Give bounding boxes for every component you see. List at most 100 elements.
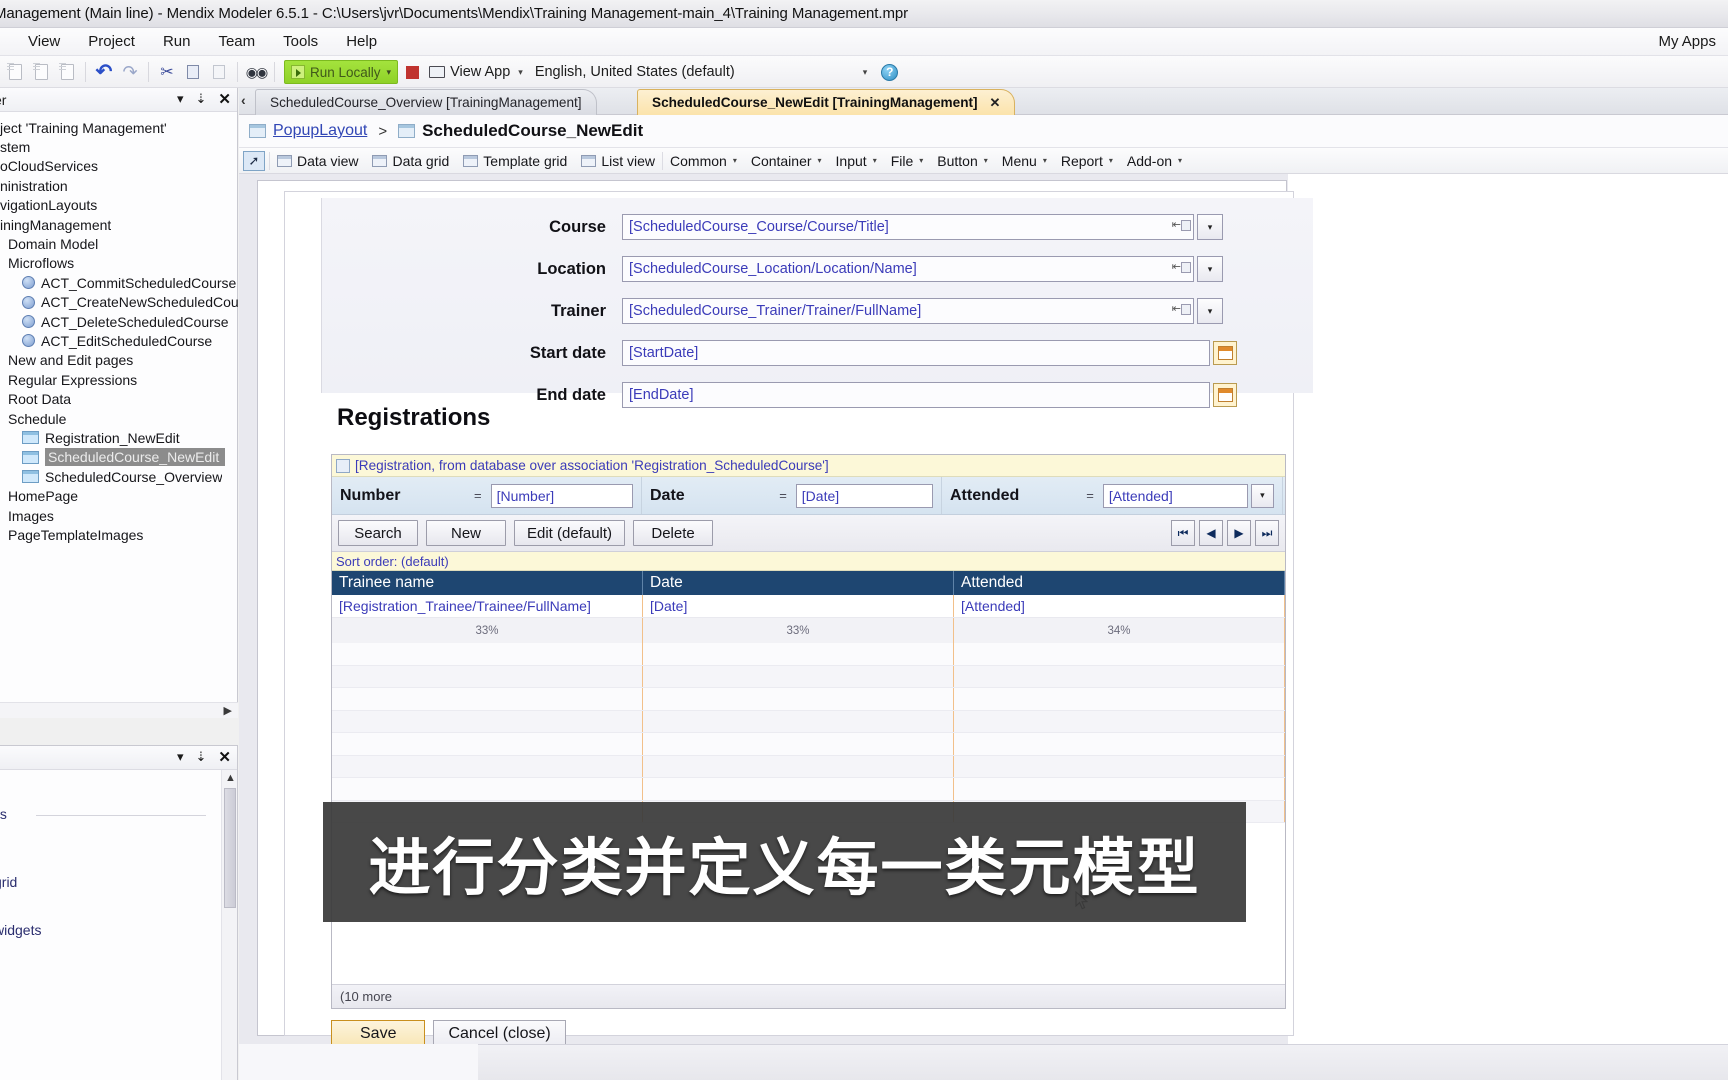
cancel-close-button[interactable]: Cancel (close)	[433, 1020, 566, 1044]
redo-button[interactable]: ↷	[119, 60, 141, 84]
last-page-button[interactable]: ⏭	[1255, 520, 1279, 546]
search-field-input[interactable]: [Attended]	[1102, 483, 1248, 508]
chevron-down-icon[interactable]: ▾	[1109, 156, 1113, 165]
tree-item[interactable]: ACT_DeleteScheduledCourse	[0, 312, 238, 331]
new-document-button[interactable]	[4, 60, 26, 84]
grid-button-new[interactable]: New	[426, 520, 506, 546]
close-icon[interactable]: ✕	[218, 90, 231, 108]
tree-item[interactable]: iningManagement	[0, 215, 238, 234]
grid-button-search[interactable]: Search	[338, 520, 418, 546]
registrations-data-grid[interactable]: [Registration, from database over associ…	[331, 454, 1286, 1009]
chevron-down-icon[interactable]: ▾	[984, 156, 988, 165]
search-field-input[interactable]: [Number]	[490, 483, 633, 508]
panel-menu-chevron-down-icon[interactable]: ▾	[177, 91, 184, 107]
undo-button[interactable]: ↶	[93, 60, 115, 84]
tab-scheduledcourse-overview[interactable]: ScheduledCourse_Overview [TrainingManage…	[255, 89, 597, 115]
tab-scheduledcourse-newedit[interactable]: ScheduledCourse_NewEdit [TrainingManagem…	[637, 89, 1016, 115]
project-tree[interactable]: ject 'Training Management' stem oCloudServ…	[0, 118, 238, 545]
tree-item[interactable]: vigationLayouts	[0, 196, 238, 215]
grid-button-edit-default-[interactable]: Edit (default)	[514, 520, 626, 546]
grid-template-row[interactable]: [Registration_Trainee/Trainee/FullName][…	[332, 595, 1285, 618]
tree-item[interactable]: ScheduledCourse_NewEdit	[0, 448, 238, 467]
scrollbar-thumb[interactable]	[224, 788, 236, 908]
widget-button-menu[interactable]: Menu ▾	[995, 149, 1054, 173]
reference-select-icon[interactable]: ⇤	[1172, 260, 1191, 273]
tree-item[interactable]: ACT_EditScheduledCourse	[0, 331, 238, 350]
widget-button-data-grid[interactable]: Data grid	[365, 149, 456, 173]
search-field-operator[interactable]: =	[779, 488, 787, 503]
menu-item-project[interactable]: Project	[74, 28, 149, 55]
search-field-input[interactable]: [Date]	[795, 483, 933, 508]
tree-item[interactable]: oCloudServices	[0, 157, 238, 176]
copy-button[interactable]	[182, 60, 204, 84]
widget-button-add-on[interactable]: Add-on ▾	[1120, 149, 1189, 173]
form-field-input[interactable]: [EndDate]	[622, 382, 1210, 408]
form-field-input[interactable]: [StartDate]	[622, 340, 1210, 366]
tree-item[interactable]: Regular Expressions	[0, 370, 238, 389]
tree-item[interactable]: New and Edit pages	[0, 351, 238, 370]
tree-item[interactable]: Root Data	[0, 389, 238, 408]
scroll-right-icon[interactable]: ▶	[224, 704, 232, 717]
toolbox-close-icon[interactable]: ✕	[218, 748, 231, 766]
grid-cell[interactable]: [Registration_Trainee/Trainee/FullName]	[332, 595, 643, 617]
chevron-down-icon[interactable]: ▾	[1043, 156, 1047, 165]
toolbox-group-2[interactable]: grid	[0, 874, 17, 890]
chevron-down-icon[interactable]: ▾	[733, 156, 737, 165]
stop-button[interactable]	[406, 65, 420, 79]
previous-page-button[interactable]: ◀	[1199, 520, 1223, 546]
widget-button-data-view[interactable]: Data view	[270, 149, 365, 173]
grid-button-delete[interactable]: Delete	[633, 520, 714, 546]
tab-scroll-left-icon[interactable]: ‹	[241, 92, 246, 108]
chevron-down-icon[interactable]: ▾	[919, 156, 923, 165]
my-apps-link[interactable]: My Apps	[1658, 33, 1716, 50]
widget-button-common[interactable]: Common ▾	[663, 149, 744, 173]
widget-button-file[interactable]: File ▾	[884, 149, 931, 173]
grid-cell[interactable]: [Date]	[643, 595, 954, 617]
chevron-down-icon[interactable]: ▾	[1197, 298, 1223, 324]
first-page-button[interactable]: ⏮	[1171, 520, 1195, 546]
menu-item-team[interactable]: Team	[204, 28, 269, 55]
menu-item-help[interactable]: Help	[332, 28, 391, 55]
toolbox-group-3[interactable]: widgets	[0, 922, 41, 938]
toolbox-menu-chevron-down-icon[interactable]: ▾	[177, 749, 184, 765]
tree-item[interactable]: Registration_NewEdit	[0, 428, 238, 447]
widget-button-report[interactable]: Report ▾	[1054, 149, 1120, 173]
tree-item[interactable]: ject 'Training Management'	[0, 118, 238, 137]
menu-item-tools[interactable]: Tools	[269, 28, 332, 55]
calendar-icon[interactable]	[1213, 383, 1237, 407]
open-document-button[interactable]	[30, 60, 52, 84]
grid-column-header[interactable]: Trainee name	[332, 571, 643, 595]
widget-button-list-view[interactable]: List view	[574, 149, 662, 173]
widget-button-container[interactable]: Container ▾	[744, 149, 829, 173]
toolbox-vscrollbar[interactable]: ▲	[221, 770, 237, 1080]
toolbox-group-1[interactable]: ts	[0, 806, 7, 822]
tree-item[interactable]: PageTemplateImages	[0, 525, 238, 544]
locale-chevron-down-icon[interactable]: ▾	[863, 67, 868, 78]
widget-button-button[interactable]: Button ▾	[930, 149, 995, 173]
tree-item[interactable]: Microflows	[0, 254, 238, 273]
tree-item[interactable]: stem	[0, 137, 238, 156]
scroll-up-icon[interactable]: ▲	[225, 772, 236, 784]
tree-item[interactable]: ACT_CreateNewScheduledCourse	[0, 293, 238, 312]
form-field-input[interactable]: [ScheduledCourse_Course/Course/Title] ⇤	[622, 214, 1194, 240]
locale-label[interactable]: English, United States (default)	[535, 64, 735, 80]
chevron-down-icon[interactable]: ▾	[1250, 483, 1275, 508]
tree-item[interactable]: ACT_CommitScheduledCourse	[0, 273, 238, 292]
widget-button-template-grid[interactable]: Template grid	[456, 149, 574, 173]
tree-item[interactable]: Images	[0, 506, 238, 525]
tree-item[interactable]: HomePage	[0, 486, 238, 505]
reference-select-icon[interactable]: ⇤	[1172, 218, 1191, 231]
tree-item[interactable]: ninistration	[0, 176, 238, 195]
grid-column-header[interactable]: Date	[643, 571, 954, 595]
chevron-down-icon[interactable]: ▾	[518, 67, 523, 78]
search-field-operator[interactable]: =	[474, 488, 482, 503]
run-locally-button[interactable]: Run Locally ▾	[284, 60, 399, 84]
menu-item-run[interactable]: Run	[149, 28, 205, 55]
grid-column-header[interactable]: Attended	[954, 571, 1285, 595]
cut-button[interactable]: ✂	[156, 60, 178, 84]
tree-item[interactable]: ScheduledCourse_Overview	[0, 467, 238, 486]
project-tree-hscrollbar[interactable]: ▶	[0, 702, 238, 718]
calendar-icon[interactable]	[1213, 341, 1237, 365]
view-app-button[interactable]: View App ▾	[429, 64, 523, 80]
form-field-input[interactable]: [ScheduledCourse_Trainer/Trainer/FullNam…	[622, 298, 1194, 324]
